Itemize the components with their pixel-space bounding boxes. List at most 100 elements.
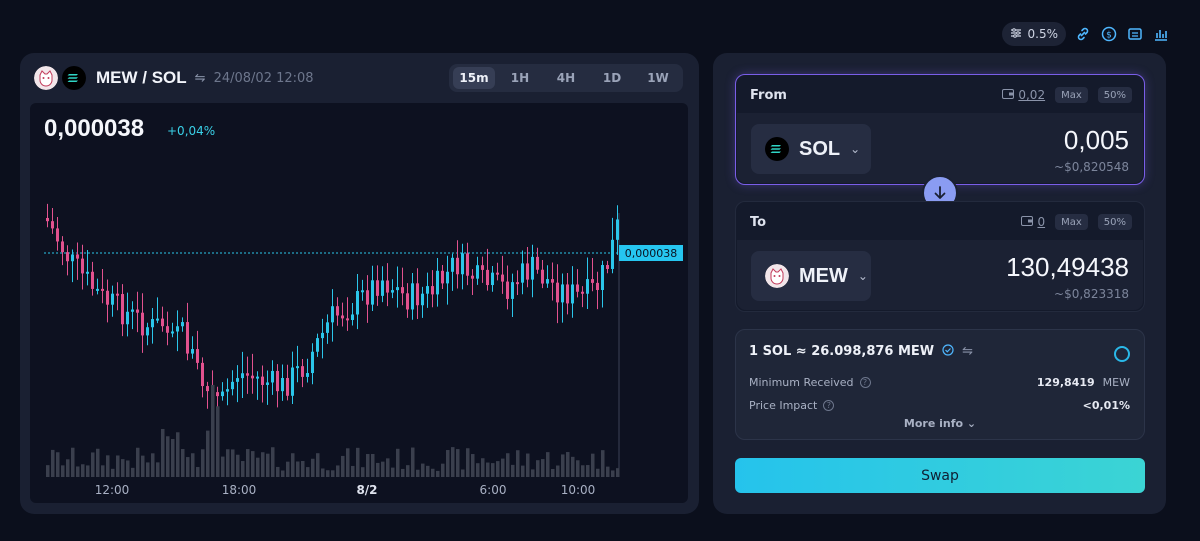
- swap-button[interactable]: Swap: [735, 458, 1145, 493]
- from-balance: 0,02 Max 50%: [1002, 87, 1132, 103]
- swap-info-box: 1 SOL ≈ 26.098,876 MEW ⇋ Minimum Receive…: [735, 329, 1145, 440]
- candle-body: [476, 265, 479, 279]
- swap-pair-icon[interactable]: ⇋: [195, 71, 206, 86]
- candle-body: [101, 288, 104, 291]
- timeframe-4h[interactable]: 4H: [545, 67, 587, 89]
- timeframe-15m[interactable]: 15m: [453, 67, 495, 89]
- candle-body: [281, 378, 284, 392]
- route-icon[interactable]: [1126, 25, 1144, 43]
- volume-bar: [251, 451, 255, 477]
- dollar-icon[interactable]: $: [1100, 25, 1118, 43]
- x-tick: 10:00: [560, 483, 596, 497]
- volume-bar: [616, 468, 620, 477]
- volume-bar: [181, 449, 185, 477]
- volume-bar: [536, 460, 540, 477]
- help-icon[interactable]: ?: [823, 399, 835, 411]
- candle-body: [601, 265, 604, 291]
- timeframe-1d[interactable]: 1D: [591, 67, 633, 89]
- candle-body: [576, 284, 579, 292]
- candle-body: [221, 391, 224, 397]
- volume-bar: [541, 459, 545, 477]
- candle-body: [566, 284, 569, 304]
- candle-body: [76, 254, 79, 259]
- volume-bar: [596, 468, 600, 477]
- candle-body: [571, 284, 574, 304]
- volume-bar: [96, 448, 100, 477]
- volume-bar: [446, 450, 450, 477]
- volume-bar: [371, 453, 375, 477]
- from-amount-input[interactable]: 0,005: [1064, 125, 1129, 156]
- volume-bar: [326, 470, 330, 477]
- candle-body: [361, 290, 364, 293]
- verified-check-icon: [942, 344, 954, 359]
- volume-bar: [126, 460, 130, 477]
- candle-body: [51, 221, 54, 229]
- chart-bars-icon[interactable]: [1152, 25, 1170, 43]
- candle-body: [276, 370, 279, 392]
- volume-bar: [436, 470, 440, 477]
- volume-bar: [321, 468, 325, 477]
- from-half-button[interactable]: 50%: [1097, 87, 1132, 103]
- candle-body: [396, 287, 399, 291]
- volume-bar: [496, 461, 500, 477]
- current-price: 0,000038: [44, 115, 145, 142]
- volume-bar: [76, 466, 80, 477]
- swap-rate-direction-icon[interactable]: ⇋: [962, 344, 973, 359]
- chevron-down-icon: ⌄: [850, 142, 861, 156]
- candle-body: [201, 362, 204, 387]
- from-max-button[interactable]: Max: [1055, 87, 1088, 103]
- candlestick-chart: [44, 203, 620, 477]
- volume-bar: [331, 470, 335, 477]
- candle-body: [231, 381, 234, 390]
- arrow-down-icon: [934, 186, 946, 199]
- candle-body: [466, 253, 469, 276]
- volume-bar: [366, 454, 370, 477]
- volume-bar: [341, 455, 345, 477]
- volume-bar: [81, 464, 85, 477]
- from-token-select[interactable]: SOL ⌄: [751, 124, 871, 174]
- candle-body: [141, 312, 144, 336]
- volume-bar: [266, 453, 270, 477]
- to-max-button[interactable]: Max: [1055, 214, 1088, 230]
- volume-bar: [391, 467, 395, 477]
- more-info-toggle[interactable]: More info ⌄: [736, 417, 1144, 430]
- volume-bar: [191, 453, 195, 477]
- candle-body: [151, 319, 154, 328]
- candle-body: [606, 265, 609, 269]
- candle-body: [446, 271, 449, 284]
- volume-bar: [486, 462, 490, 477]
- volume-bar: [286, 461, 290, 477]
- candle-body: [421, 293, 424, 306]
- volume-bar: [61, 465, 65, 477]
- candle-body: [121, 294, 124, 325]
- to-balance-value[interactable]: 0: [1037, 215, 1045, 229]
- min-received-label: Minimum Received: [749, 375, 854, 389]
- candle-body: [146, 327, 149, 336]
- candle-body: [496, 272, 499, 275]
- candle-body: [381, 280, 384, 296]
- timeframe-1h[interactable]: 1H: [499, 67, 541, 89]
- last-price-tag: 0,000038: [619, 245, 683, 261]
- help-icon[interactable]: ?: [859, 376, 871, 388]
- refresh-timer-icon[interactable]: [1114, 346, 1130, 362]
- candle-body: [301, 366, 304, 377]
- candle-body: [91, 271, 94, 289]
- slippage-button[interactable]: 0.5%: [1001, 22, 1066, 46]
- to-token-symbol: MEW: [799, 264, 848, 287]
- price-chart[interactable]: 0,000038 +0,04% 0,000038 12:00 18:00 8/2…: [30, 103, 688, 503]
- from-balance-value[interactable]: 0,02: [1018, 88, 1045, 102]
- to-half-button[interactable]: 50%: [1097, 214, 1132, 230]
- candle-body: [411, 283, 414, 310]
- candle-body: [156, 318, 159, 321]
- candle-body: [586, 279, 589, 294]
- candle-body: [96, 288, 99, 291]
- volume-bar: [551, 468, 555, 477]
- timeframe-1w[interactable]: 1W: [637, 67, 679, 89]
- candle-body: [191, 349, 194, 354]
- volume-bar: [101, 465, 105, 477]
- to-token-select[interactable]: MEW ⌄: [751, 251, 871, 301]
- candle-body: [546, 279, 549, 284]
- link-icon[interactable]: [1074, 25, 1092, 43]
- slippage-value: 0.5%: [1027, 27, 1059, 41]
- volume-bar: [161, 428, 165, 477]
